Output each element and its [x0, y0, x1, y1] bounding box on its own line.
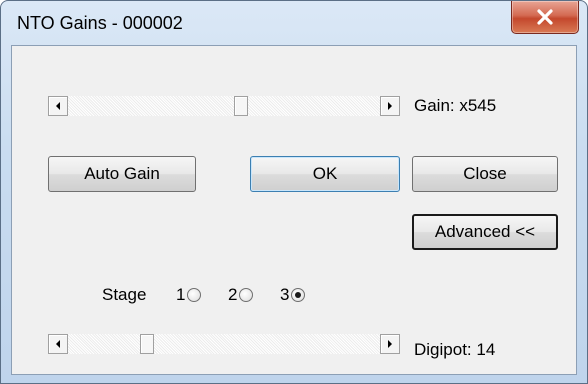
- gain-slider-thumb[interactable]: [234, 96, 248, 116]
- digipot-slider-thumb[interactable]: [140, 334, 154, 354]
- stage-1-radio[interactable]: 1: [176, 285, 202, 305]
- radio-selected-dot: [295, 292, 302, 298]
- stage-2-label: 2: [228, 285, 238, 304]
- gain-scroll-right-button[interactable]: [380, 96, 400, 116]
- digipot-value-label: Digipot: 14: [414, 340, 496, 359]
- stage-3-label: 3: [280, 285, 290, 304]
- close-button[interactable]: Close: [412, 156, 558, 192]
- title-bar[interactable]: NTO Gains - 000002: [1, 1, 587, 43]
- stage-1-label: 1: [176, 285, 186, 304]
- gain-value-label: Gain: x545: [414, 96, 497, 115]
- close-icon: [537, 9, 553, 25]
- dialog-window: NTO Gains - 000002 Gain: x545 Auto Gain …: [0, 0, 588, 384]
- digipot-slider[interactable]: [48, 334, 400, 354]
- window-close-button[interactable]: [511, 1, 579, 34]
- dialog-client-area: Gain: x545 Auto Gain OK Close Advanced <…: [11, 45, 577, 375]
- arrow-right-icon: [388, 340, 392, 348]
- gain-slider[interactable]: [48, 96, 400, 116]
- window-title: NTO Gains - 000002: [17, 13, 183, 33]
- stage-label: Stage: [102, 285, 147, 304]
- stage-3-radio[interactable]: 3: [280, 285, 306, 305]
- arrow-left-icon: [56, 340, 60, 348]
- digipot-scroll-left-button[interactable]: [48, 334, 68, 354]
- ok-button[interactable]: OK: [250, 156, 400, 192]
- arrow-left-icon: [56, 102, 60, 110]
- stage-1-radio-button[interactable]: [187, 288, 202, 302]
- gain-scroll-left-button[interactable]: [48, 96, 68, 116]
- arrow-right-icon: [388, 102, 392, 110]
- digipot-scroll-right-button[interactable]: [380, 334, 400, 354]
- auto-gain-button[interactable]: Auto Gain: [48, 156, 196, 192]
- stage-2-radio[interactable]: 2: [228, 285, 254, 305]
- advanced-button[interactable]: Advanced <<: [412, 214, 558, 250]
- stage-2-radio-button[interactable]: [239, 288, 254, 302]
- stage-3-radio-button[interactable]: [291, 288, 306, 302]
